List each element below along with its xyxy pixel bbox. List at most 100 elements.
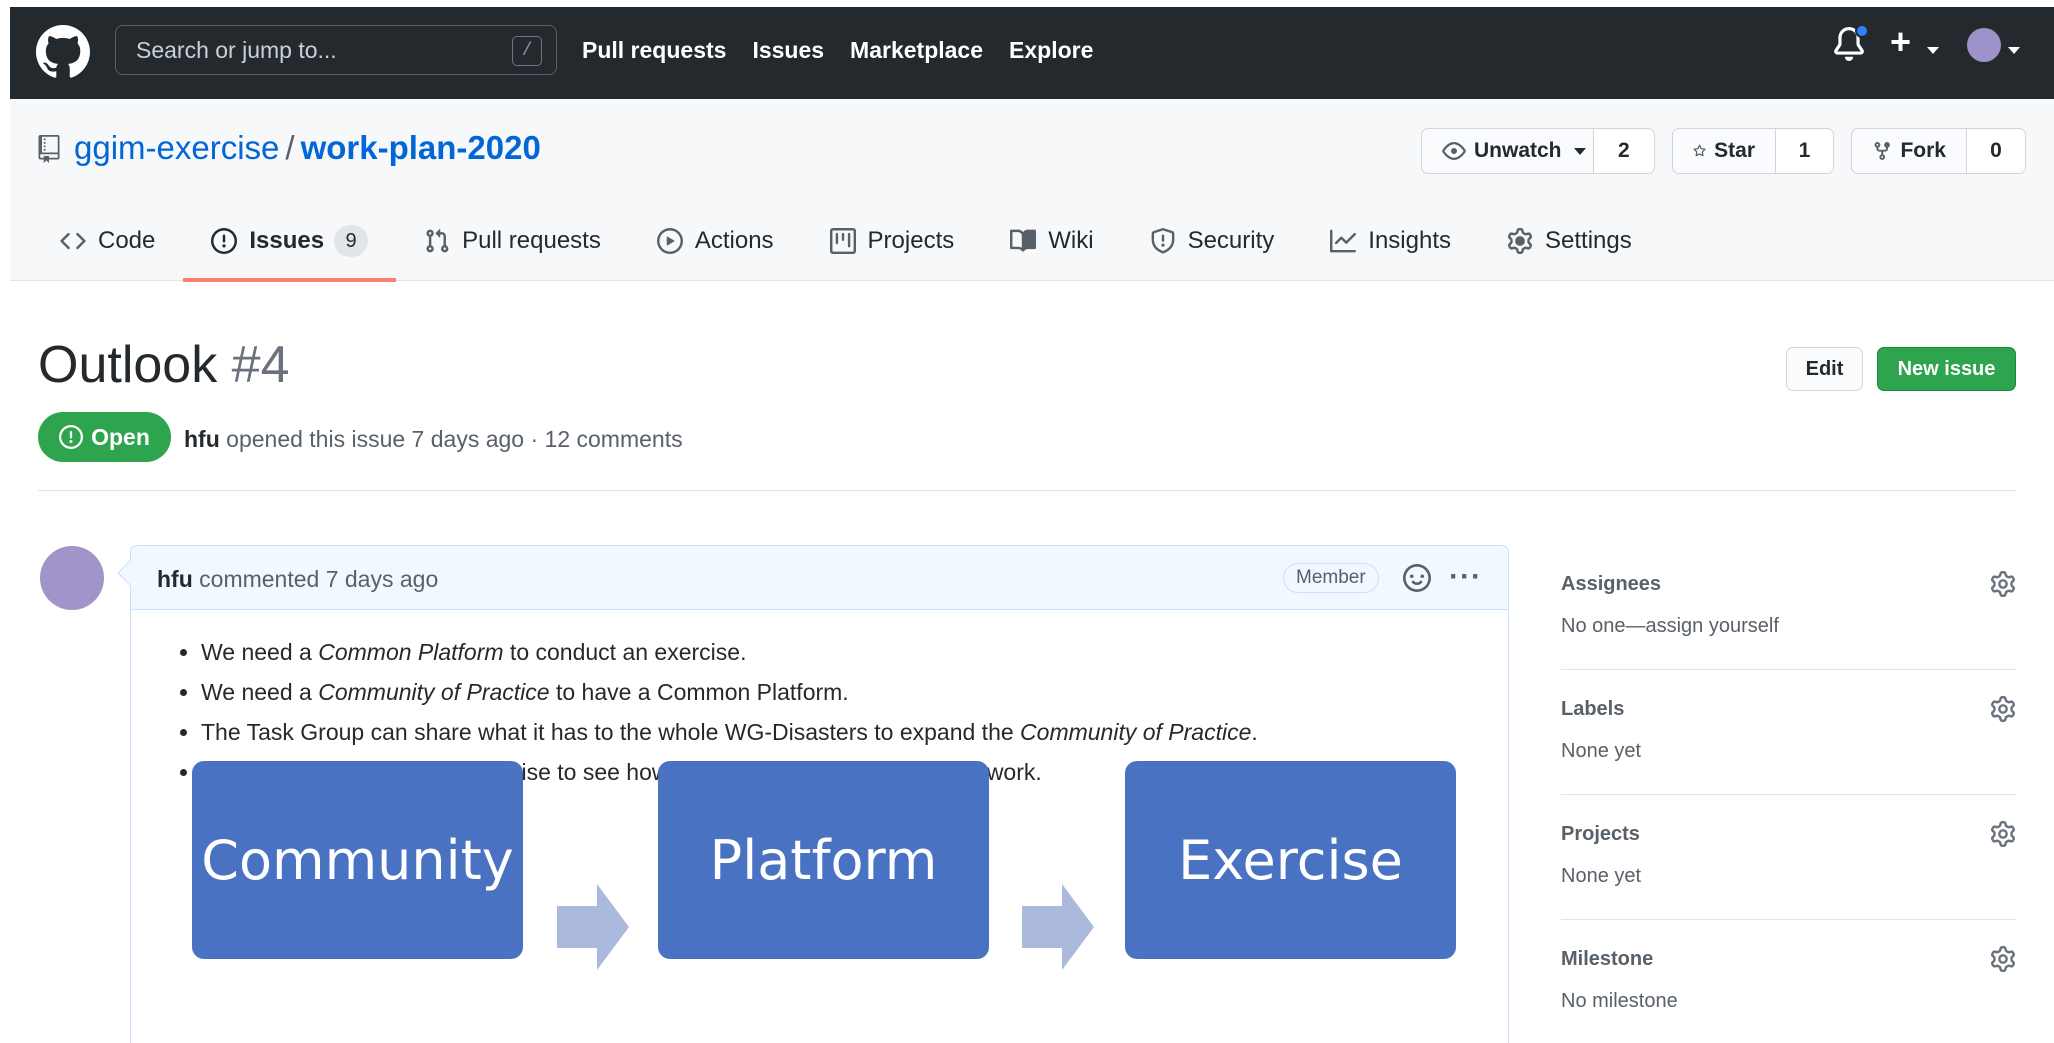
user-avatar[interactable] [1967,28,2001,62]
sidebar-assignees-value[interactable]: No one—assign yourself [1561,615,1779,638]
issue-meta: hfu opened this issue 7 days ago · 12 co… [184,426,683,453]
comment-author-link[interactable]: hfu [157,566,193,592]
chevron-down-icon [2008,47,2020,54]
bullet-text: The Task Group can share what it has to … [201,719,1021,745]
watchers-count[interactable]: 2 [1592,129,1654,173]
chevron-down-icon [1573,147,1586,155]
repo-separator: / [285,129,295,166]
sidebar-labels[interactable]: Labels None yet [1561,670,2016,795]
fork-button[interactable]: Fork [1852,129,1966,173]
new-issue-button[interactable]: New issue [1877,347,2016,391]
tab-security-label: Security [1187,227,1275,254]
bullet-text: to have a Common Platform. [549,679,849,705]
list-item: We need a Common Platform to conduct an … [201,632,1258,672]
fork-icon [1874,142,1890,160]
issue-title: Outlook #4 [38,335,290,395]
tab-wiki[interactable]: Wiki [982,200,1121,282]
comment-action-text: commented 7 days ago [199,566,439,592]
gear-icon[interactable] [1990,571,2016,597]
github-logo-icon[interactable] [36,25,90,79]
eye-icon [1442,142,1466,160]
sidebar-milestone-title: Milestone [1561,948,1654,970]
tab-actions-label: Actions [694,227,774,254]
comment-header: hfu commented 7 days ago Member ··· [131,546,1508,610]
comment-author-avatar[interactable] [40,546,104,610]
project-icon [829,228,856,254]
play-icon [656,228,683,254]
plus-icon: + [1890,21,1912,62]
tab-projects[interactable]: Projects [802,200,983,282]
tab-insights-label: Insights [1368,227,1451,254]
sidebar-assignees-title: Assignees [1561,573,1662,595]
search-input[interactable]: Search or jump to... / [115,25,557,75]
bullet-text: We need a [201,639,319,665]
issue-opened-icon [211,228,238,254]
arrow-right-icon [557,884,629,970]
window-top-edge [0,0,2054,7]
issue-number: #4 [231,336,290,394]
flow-box-platform: Platform [658,761,989,959]
edit-button[interactable]: Edit [1786,347,1863,391]
list-item: We need a Community of Practice to have … [201,672,1258,712]
bullet-emphasis: Community of Practice [318,679,550,705]
issue-author-link[interactable]: hfu [184,426,220,452]
graph-icon [1330,229,1357,253]
search-placeholder: Search or jump to... [136,36,337,63]
sidebar-projects-title: Projects [1561,823,1640,845]
chevron-down-icon [1927,47,1939,54]
comment-byline: hfu commented 7 days ago [157,566,438,593]
issue-opened-icon [59,425,84,449]
list-item: The Task Group can share what it has to … [201,712,1258,752]
create-new-button[interactable]: + [1890,22,1911,62]
tab-pull-requests[interactable]: Pull requests [396,200,629,282]
tab-code-label: Code [98,227,156,254]
bullet-emphasis: Common Platform [318,639,504,665]
header-divider [38,490,2016,491]
search-shortcut-key: / [512,36,542,66]
status-badge: Open [38,412,171,462]
gear-icon[interactable] [1990,946,2016,972]
smiley-icon[interactable] [1403,564,1431,592]
tab-wiki-label: Wiki [1048,227,1094,254]
git-pull-request-icon [426,228,449,253]
tab-issues[interactable]: Issues 9 [183,200,396,282]
flow-box-exercise: Exercise [1125,761,1456,959]
sidebar-milestone-value: No milestone [1561,990,1678,1012]
nav-marketplace[interactable]: Marketplace [850,37,983,64]
star-icon [1693,144,1706,157]
repo-owner-link[interactable]: ggim-exercise [74,129,279,166]
sidebar-assignees[interactable]: Assignees No one—assign yourself [1561,545,2016,670]
tab-settings[interactable]: Settings [1479,200,1660,282]
tab-insights[interactable]: Insights [1302,200,1479,282]
sidebar-projects[interactable]: Projects None yet [1561,795,2016,920]
book-icon [1010,229,1037,252]
arrow-right-icon [1022,884,1094,970]
repo-tabs: Code Issues 9 Pull requests Actions Proj… [10,200,1660,282]
comment-options-button[interactable]: ··· [1449,560,1482,594]
unwatch-button[interactable]: Unwatch [1422,129,1593,173]
star-label: Star [1714,139,1755,162]
nav-pull-requests[interactable]: Pull requests [582,37,726,64]
tab-actions[interactable]: Actions [629,200,802,282]
tab-code[interactable]: Code [10,200,183,282]
stars-count[interactable]: 1 [1775,129,1833,173]
gear-icon[interactable] [1990,696,2016,722]
repo-name-link[interactable]: work-plan-2020 [301,129,541,166]
forks-count[interactable]: 0 [1966,129,2025,173]
tab-projects-label: Projects [867,227,955,254]
repo-icon [38,135,60,163]
sidebar-milestone[interactable]: Milestone No milestone [1561,920,2016,1043]
gear-icon[interactable] [1990,821,2016,847]
flow-box-community: Community [192,761,523,959]
sidebar-projects-value: None yet [1561,865,1642,887]
nav-explore[interactable]: Explore [1009,37,1093,64]
star-button[interactable]: Star [1673,129,1775,173]
bullet-text: to conduct an exercise. [503,639,747,665]
watch-button-group: Unwatch 2 [1421,128,1655,174]
tab-security[interactable]: Security [1122,200,1303,282]
nav-issues[interactable]: Issues [752,37,824,64]
window-left-edge [0,0,10,1043]
sidebar-labels-value: None yet [1561,740,1642,762]
fork-button-group: Fork 0 [1851,128,2026,174]
repo-title: ggim-exercise / work-plan-2020 [74,129,541,167]
